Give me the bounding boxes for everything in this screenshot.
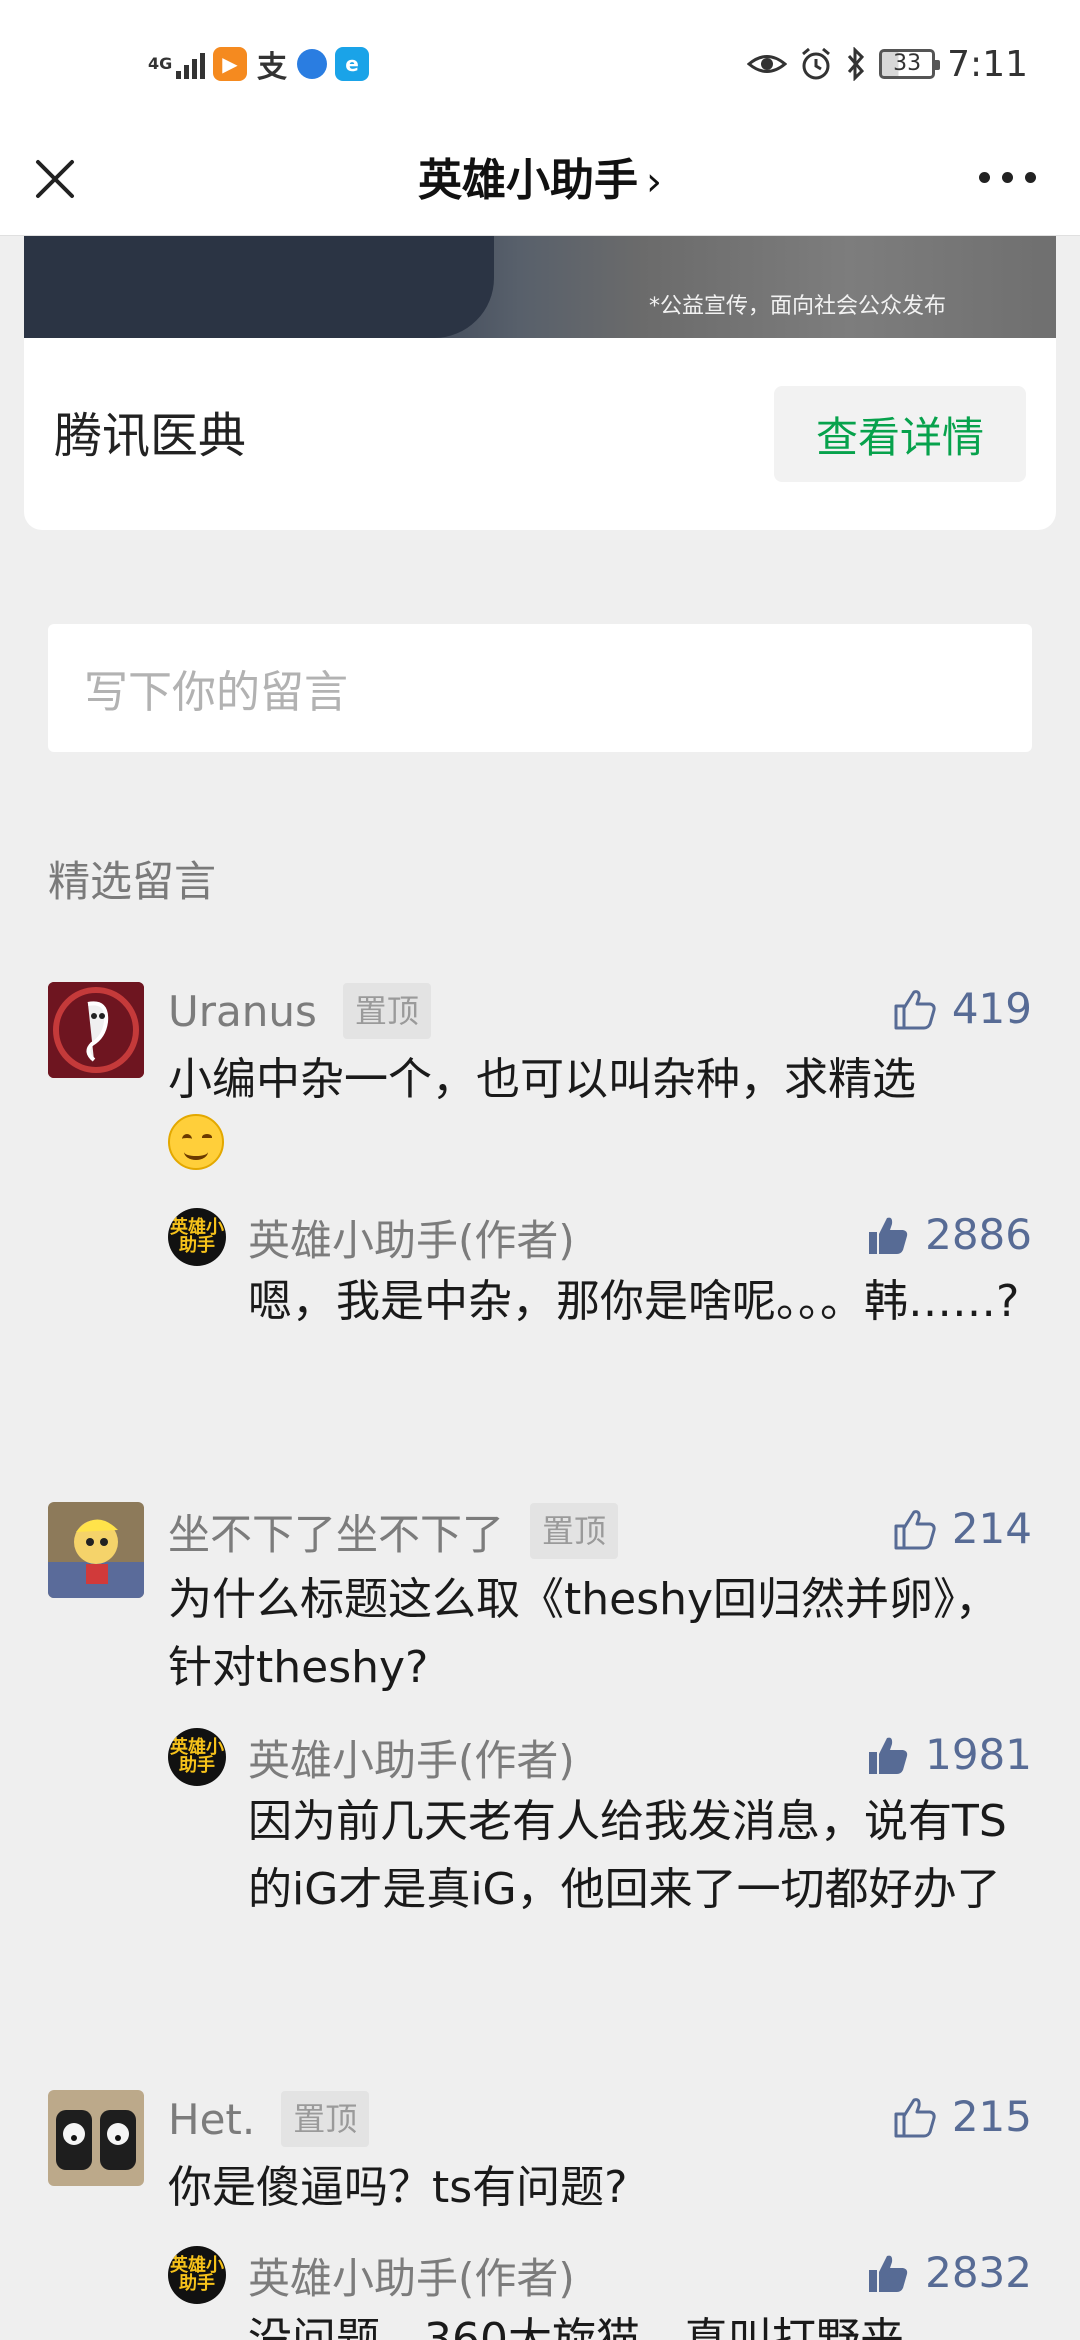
like-button[interactable]: 419 — [892, 984, 1032, 1033]
comment-input[interactable]: 写下你的留言 — [48, 624, 1032, 752]
thumb-up-filled-icon — [869, 1737, 908, 1774]
comment-header: Het. 置顶 — [168, 2090, 370, 2148]
thumb-up-outline-icon — [894, 989, 936, 1029]
comment-nickname[interactable]: Uranus — [168, 987, 317, 1036]
author-reply: 英雄小助手 英雄小助手(作者) 2886 嗯，我是中杂，那你是啥呢。。。韩……? — [168, 1208, 1032, 1408]
avatar[interactable] — [48, 982, 144, 1078]
comment-body: 小编中杂一个，也可以叫杂种，求精选 — [168, 1054, 916, 1105]
reply-text: 因为前几天老有人给我发消息，说有TS的iG才是真iG，他回来了一切都好办了 — [248, 1796, 1007, 1915]
avatar[interactable] — [48, 2090, 144, 2186]
battery-icon: 33 — [879, 49, 941, 79]
thumb-up-filled-icon — [869, 1217, 908, 1254]
reply-like-button[interactable]: 2886 — [865, 1210, 1032, 1259]
pinned-badge: 置顶 — [281, 2091, 370, 2147]
thumb-up-outline-icon — [894, 2097, 936, 2137]
thumb-up-outline-icon — [894, 1509, 936, 1549]
clock: 7:11 — [947, 43, 1028, 85]
reply-nickname[interactable]: 英雄小助手(作者) — [248, 1208, 575, 1266]
alarm-icon — [802, 47, 831, 80]
author-avatar[interactable]: 英雄小助手 — [168, 1208, 226, 1266]
pinned-badge: 置顶 — [342, 983, 431, 1039]
ad-banner-image: *公益宣传，面向社会公众发布 — [24, 236, 1056, 338]
thumb-up-filled-icon — [869, 2255, 908, 2292]
comment-nickname[interactable]: 坐不下了坐不下了 — [168, 1501, 504, 1562]
author-avatar[interactable]: 英雄小助手 — [168, 1728, 226, 1786]
nav-bar: 英雄小助手 › — [0, 128, 1080, 236]
author-avatar-logo: 英雄小助手 — [170, 1737, 224, 1776]
alipay-icon: 支 — [255, 47, 289, 85]
ad-banner-figure — [24, 236, 494, 338]
author-avatar-logo: 英雄小助手 — [170, 2255, 224, 2294]
account-name: 英雄小助手 — [418, 155, 638, 206]
like-button[interactable]: 214 — [892, 1504, 1032, 1553]
author-reply: 英雄小助手 英雄小助手(作者) 2832 没问题，360大旋猫，真叫打野来 — [168, 2246, 1032, 2340]
author-avatar-logo: 英雄小助手 — [170, 1217, 224, 1256]
featured-comments-title: 精选留言 — [48, 857, 217, 906]
more-icon[interactable] — [979, 172, 1036, 183]
comment-nickname[interactable]: Het. — [168, 2095, 255, 2144]
like-count: 215 — [951, 2092, 1032, 2141]
ad-note: *公益宣传，面向社会公众发布 — [648, 294, 946, 319]
avatar[interactable] — [48, 1502, 144, 1598]
reply-nickname[interactable]: 英雄小助手(作者) — [248, 2246, 575, 2304]
smile-emoji-icon — [168, 1114, 224, 1170]
like-count: 2832 — [925, 2248, 1032, 2297]
pinned-badge: 置顶 — [530, 1503, 619, 1559]
comment-text: 小编中杂一个，也可以叫杂种，求精选 — [168, 1046, 1032, 1182]
like-count: 2886 — [925, 1210, 1032, 1259]
view-details-button[interactable]: 查看详情 — [774, 386, 1026, 482]
comment-header: Uranus 置顶 — [168, 982, 431, 1040]
reply-text: 没问题，360大旋猫，真叫打野来 — [248, 2314, 904, 2340]
bluetooth-icon — [848, 47, 865, 81]
comment-text: 你是傻逼吗？ts有问题? — [168, 2162, 628, 2213]
comment-header: 坐不下了坐不下了 置顶 — [168, 1501, 619, 1562]
mail-icon: e — [335, 47, 369, 81]
reply-like-button[interactable]: 2832 — [865, 2248, 1032, 2297]
ad-card[interactable]: *公益宣传，面向社会公众发布 腾讯医典 查看详情 — [24, 236, 1056, 530]
reply-nickname[interactable]: 英雄小助手(作者) — [248, 1728, 575, 1786]
author-reply: 英雄小助手 英雄小助手(作者) 1981 因为前几天老有人给我发消息，说有TS的… — [168, 1728, 1032, 1988]
reply-text: 嗯，我是中杂，那你是啥呢。。。韩……? — [248, 1276, 1020, 1327]
like-button[interactable]: 215 — [892, 2092, 1032, 2141]
status-bar: 4G ▶ 支 e 33 7:11 — [0, 0, 1080, 128]
video-app-icon: ▶ — [213, 47, 247, 81]
comment-item: Het. 置顶 215 你是傻逼吗？ts有问题? 英雄小助手 英雄小助手(作者)… — [48, 2090, 1032, 2340]
author-avatar[interactable]: 英雄小助手 — [168, 2246, 226, 2304]
status-left: 4G ▶ 支 e — [148, 44, 369, 85]
signal-icon — [176, 49, 205, 79]
comment-item: Uranus 置顶 419 小编中杂一个，也可以叫杂种，求精选 英雄小助手 英雄… — [48, 982, 1032, 1402]
eye-icon — [747, 55, 788, 73]
like-count: 214 — [951, 1504, 1032, 1553]
network-type: 4G — [148, 54, 173, 73]
account-title[interactable]: 英雄小助手 › — [0, 146, 1080, 217]
comment-text: 为什么标题这么取《theshy回归然并卵》，针对theshy? — [168, 1574, 1000, 1693]
ad-brand-name: 腾讯医典 — [54, 408, 247, 464]
browser-icon — [297, 49, 327, 79]
comment-item: 坐不下了坐不下了 置顶 214 为什么标题这么取《theshy回归然并卵》，针对… — [48, 1502, 1032, 2002]
like-count: 419 — [951, 984, 1032, 1033]
like-count: 1981 — [925, 1730, 1032, 1779]
status-right: 33 7:11 — [747, 43, 1028, 85]
reply-like-button[interactable]: 1981 — [865, 1730, 1032, 1779]
chevron-right-icon: › — [646, 159, 662, 205]
